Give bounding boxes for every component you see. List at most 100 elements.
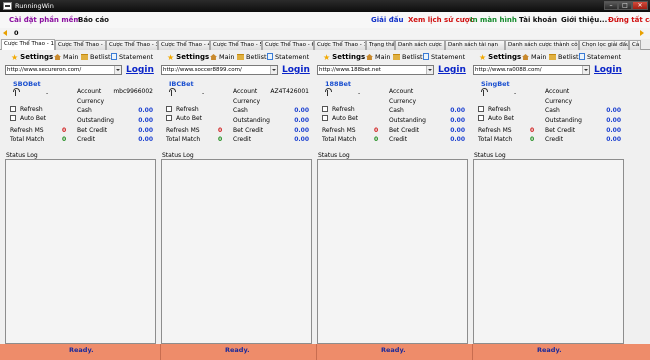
main-button[interactable]: Main: [366, 53, 391, 61]
statement-button[interactable]: Statement: [579, 53, 621, 61]
chevron-down-icon[interactable]: [270, 66, 277, 74]
connection-dash: -: [358, 90, 361, 97]
auto-bet-checkbox[interactable]: [10, 115, 16, 121]
document-icon: [111, 53, 117, 60]
bookmaker-panel-4: ★ Settings Main Betlist Statement http://…: [471, 50, 626, 344]
settings-button[interactable]: ★ Settings: [323, 53, 366, 62]
title-bar: RunningWin – □ ✕: [0, 0, 650, 12]
main-button[interactable]: Main: [522, 53, 547, 61]
folder-icon: [237, 54, 244, 60]
panel-toolbar: ★ Settings Main Betlist Statement: [3, 50, 158, 64]
menu-bet-history[interactable]: Xem lịch sử cược: [408, 16, 474, 24]
auto-bet-label: Auto Bet: [20, 115, 46, 122]
statement-button[interactable]: Statement: [423, 53, 465, 61]
status-divider: [316, 344, 317, 360]
refresh-checkbox[interactable]: [322, 106, 328, 112]
tab-successful-bets[interactable]: Danh sách cược thành công: [505, 40, 579, 50]
menu-leagues[interactable]: Giải đấu: [371, 16, 403, 24]
refresh-checkbox[interactable]: [478, 106, 484, 112]
refresh-ms-label: Refresh MS: [478, 127, 512, 134]
betlist-button[interactable]: Betlist: [81, 53, 111, 61]
status-bar: Ready. Ready. Ready. Ready.: [0, 344, 650, 360]
refresh-ms-value: 0: [218, 127, 223, 134]
url-select[interactable]: http://www.soccer8899.com/: [161, 65, 278, 75]
tab-league-filter[interactable]: Chọn lọc giải đấu: [579, 40, 629, 50]
main-button[interactable]: Main: [54, 53, 79, 61]
tool-row: 0: [0, 28, 650, 39]
settings-button[interactable]: ★ Settings: [479, 53, 522, 62]
bet-credit-value: 0.00: [606, 127, 621, 134]
tab-sports-4[interactable]: Cược Thể Thao - 4: [158, 40, 210, 50]
settings-button[interactable]: ★ Settings: [167, 53, 209, 62]
outstanding-value: 0.00: [450, 117, 465, 124]
url-select[interactable]: http://www.secureron.com/: [5, 65, 122, 75]
betlist-button[interactable]: Betlist: [237, 53, 267, 61]
credit-label: Credit: [233, 136, 252, 143]
url-select[interactable]: http://www.ra0088.com/: [473, 65, 590, 75]
status-log-area[interactable]: [161, 159, 312, 344]
betlist-button[interactable]: Betlist: [549, 53, 579, 61]
refresh-checkbox[interactable]: [166, 106, 172, 112]
tab-sports-5[interactable]: Cược Thể Thao - 5: [210, 40, 262, 50]
folder-icon: [81, 54, 88, 60]
bookmaker-name: 188Bet: [325, 80, 352, 88]
url-select[interactable]: http://www.188bet.net: [317, 65, 434, 75]
statement-button[interactable]: Statement: [111, 53, 153, 61]
minimize-button[interactable]: –: [604, 1, 618, 10]
status-log-area[interactable]: [473, 159, 624, 344]
tab-bet-list[interactable]: Danh sách cược: [395, 40, 445, 50]
refresh-ms-value: 0: [374, 127, 379, 134]
statement-button[interactable]: Statement: [267, 53, 309, 61]
main-label: Main: [63, 53, 79, 61]
tab-accident-list[interactable]: Danh sách tài nạn: [445, 40, 505, 50]
login-link[interactable]: Login: [126, 65, 154, 75]
refresh-checkbox[interactable]: [10, 106, 16, 112]
settings-label: Settings: [488, 53, 522, 61]
close-button[interactable]: ✕: [632, 1, 648, 10]
tab-sports-6[interactable]: Cược Thể Thao - 6: [262, 40, 314, 50]
chevron-down-icon[interactable]: [582, 66, 589, 74]
menu-account[interactable]: Tài khoản: [519, 16, 557, 24]
maximize-button[interactable]: □: [618, 1, 632, 10]
menu-print-screen[interactable]: In màn hình: [470, 16, 517, 24]
arrow-right-icon[interactable]: [640, 30, 644, 36]
tab-status[interactable]: Trạng thái: [366, 40, 395, 50]
chevron-down-icon[interactable]: [114, 66, 121, 74]
tab-more[interactable]: Cả: [629, 40, 641, 50]
star-icon: ★: [323, 53, 331, 62]
chevron-down-icon[interactable]: [426, 66, 433, 74]
total-match-value: 0: [218, 136, 223, 143]
bookmaker-panel-2: ★ Settings Main Betlist Statement http://…: [159, 50, 314, 344]
login-link[interactable]: Login: [594, 65, 622, 75]
bet-credit-label: Bet Credit: [77, 127, 108, 134]
auto-bet-checkbox[interactable]: [166, 115, 172, 121]
statement-label: Statement: [587, 53, 622, 61]
arrow-left-icon[interactable]: [3, 30, 7, 36]
total-match-value: 0: [374, 136, 379, 143]
auto-bet-checkbox[interactable]: [478, 115, 484, 121]
menu-stop-all[interactable]: Đứng tất cả: [608, 16, 650, 24]
tab-sports-7[interactable]: Cược Thể Thao - 7: [314, 40, 366, 50]
status-log-area[interactable]: [5, 159, 156, 344]
bet-credit-label: Bet Credit: [233, 127, 264, 134]
status-text-2: Ready.: [225, 346, 250, 354]
document-icon: [579, 53, 585, 60]
betlist-label: Betlist: [246, 53, 267, 61]
settings-button[interactable]: ★ Settings: [11, 53, 53, 62]
tab-sports-3[interactable]: Cược Thể Thao - 3: [106, 40, 158, 50]
login-link[interactable]: Login: [438, 65, 466, 75]
connection-dash: -: [202, 90, 205, 97]
menu-about[interactable]: Giới thiệu...: [561, 16, 607, 24]
login-link[interactable]: Login: [282, 65, 310, 75]
settings-label: Settings: [332, 53, 366, 61]
main-button[interactable]: Main: [210, 53, 235, 61]
bet-credit-value: 0.00: [294, 127, 309, 134]
tab-sports-1[interactable]: Cược Thể Thao - 1: [1, 39, 55, 50]
total-match-value: 0: [530, 136, 535, 143]
status-log-area[interactable]: [317, 159, 468, 344]
betlist-button[interactable]: Betlist: [393, 53, 423, 61]
auto-bet-checkbox[interactable]: [322, 115, 328, 121]
menu-reports[interactable]: Báo cáo: [78, 16, 109, 24]
menu-software-settings[interactable]: Cài đặt phần mềm: [9, 16, 81, 24]
tab-sports-2[interactable]: Cược Thể Thao - 2: [55, 40, 106, 50]
